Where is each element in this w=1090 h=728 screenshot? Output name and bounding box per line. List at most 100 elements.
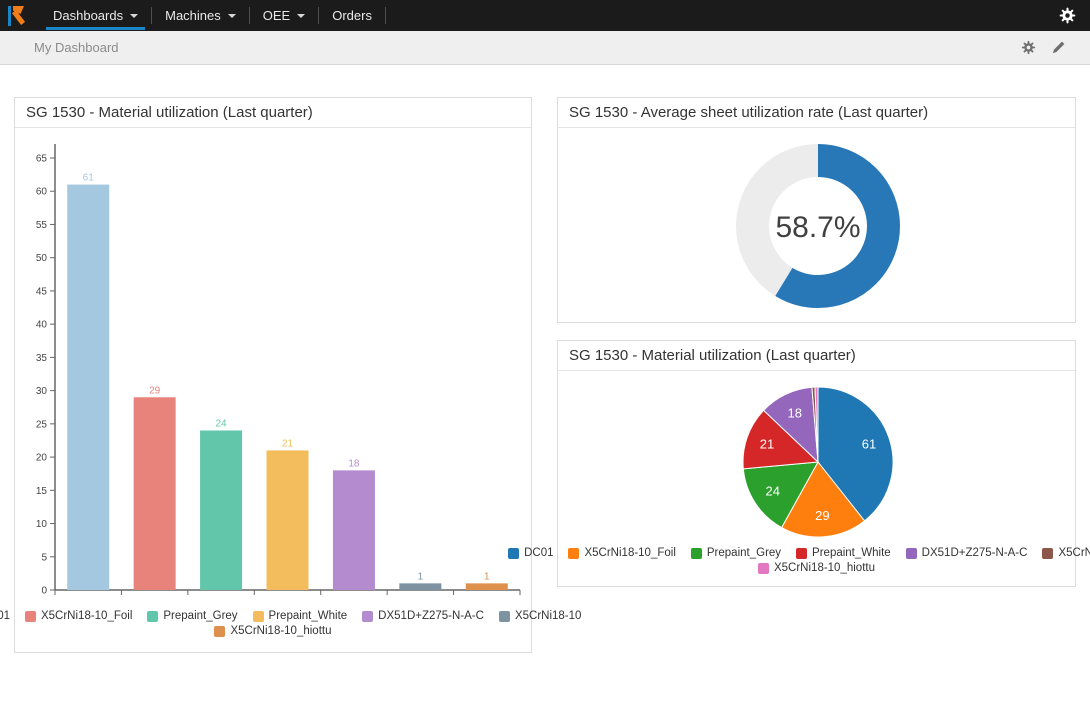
- breadcrumb-bar: My Dashboard: [0, 31, 1090, 65]
- legend-label: Prepaint_White: [812, 547, 891, 559]
- legend-item[interactable]: X5CrNi18-10: [499, 610, 581, 622]
- nav-item-orders[interactable]: Orders: [319, 0, 385, 31]
- legend-label: DC01: [524, 547, 553, 559]
- top-nav: Dashboards Machines OEE Orders: [0, 0, 1090, 31]
- legend-item[interactable]: Prepaint_Grey: [147, 610, 237, 622]
- legend-item[interactable]: Prepaint_Grey: [691, 547, 781, 559]
- legend-item[interactable]: X5CrNi18-10: [1042, 547, 1090, 559]
- chevron-down-icon: [130, 14, 138, 18]
- y-tick-label: 50: [36, 253, 48, 264]
- bar-chart-legend: DC01X5CrNi18-10_FoilPrepaint_GreyPrepain…: [15, 610, 531, 637]
- legend-item[interactable]: DC01: [0, 610, 10, 622]
- legend-swatch: [25, 611, 36, 622]
- legend-label: X5CrNi18-10: [1058, 547, 1090, 559]
- app-logo-icon[interactable]: [7, 4, 31, 28]
- legend-item[interactable]: Prepaint_White: [796, 547, 891, 559]
- pie-slice-label: 61: [862, 436, 876, 451]
- bar-DX51D+Z275-N-A-C[interactable]: [333, 470, 375, 590]
- bar-chart-title: SG 1530 - Material utilization (Last qua…: [26, 104, 313, 121]
- donut-center-value: 58.7%: [775, 211, 860, 244]
- legend-label: Prepaint_Grey: [707, 547, 781, 559]
- legend-label: X5CrNi18-10_hiottu: [774, 562, 875, 574]
- bar-Prepaint_Grey[interactable]: [200, 430, 242, 590]
- legend-item[interactable]: X5CrNi18-10_Foil: [25, 610, 132, 622]
- legend-swatch: [796, 548, 807, 559]
- y-tick-label: 20: [36, 453, 48, 464]
- bar-Prepaint_White[interactable]: [267, 450, 309, 590]
- nav-item-label: OEE: [263, 8, 290, 23]
- legend-swatch: [568, 548, 579, 559]
- legend-item[interactable]: DX51D+Z275-N-A-C: [362, 610, 484, 622]
- nav-separator: [385, 7, 386, 24]
- legend-row: X5CrNi18-10_hiottu: [214, 625, 331, 637]
- legend-item[interactable]: X5CrNi18-10_hiottu: [214, 625, 331, 637]
- nav-item-label: Orders: [332, 8, 372, 23]
- pie-chart-panel-header: SG 1530 - Material utilization (Last qua…: [558, 341, 1075, 371]
- donut-chart-panel-header: SG 1530 - Average sheet utilization rate…: [558, 98, 1075, 128]
- legend-swatch: [253, 611, 264, 622]
- legend-label: X5CrNi18-10: [515, 610, 581, 622]
- legend-row: DC01 X5CrNi18-10_Foil Prepaint_Grey Prepain…: [0, 610, 581, 622]
- legend-item[interactable]: X5CrNi18-10_hiottu: [758, 562, 875, 574]
- donut-chart-title: SG 1530 - Average sheet utilization rate…: [569, 104, 928, 121]
- bar-chart-panel: SG 1530 - Material utilization (Last qua…: [14, 97, 532, 653]
- pie-slice-label: 24: [766, 483, 780, 498]
- y-tick-label: 55: [36, 220, 48, 231]
- nav-item-machines[interactable]: Machines: [152, 0, 249, 31]
- nav-item-oee[interactable]: OEE: [250, 0, 318, 31]
- legend-item[interactable]: DC01: [508, 547, 553, 559]
- legend-label: X5CrNi18-10_hiottu: [230, 625, 331, 637]
- chevron-down-icon: [228, 14, 236, 18]
- bar-DC01[interactable]: [67, 185, 109, 590]
- pie-slice-label: 21: [760, 436, 774, 451]
- dashboard-settings-gear-icon[interactable]: [1021, 40, 1036, 55]
- legend-swatch: [1042, 548, 1053, 559]
- bar-value-label: 1: [484, 571, 490, 582]
- legend-item[interactable]: DX51D+Z275-N-A-C: [906, 547, 1028, 559]
- y-tick-label: 10: [36, 519, 48, 530]
- y-tick-label: 40: [36, 320, 48, 331]
- pie-chart[interactable]: 6129242118: [558, 371, 1075, 541]
- bar-value-label: 24: [216, 418, 228, 429]
- legend-row: X5CrNi18-10_hiottu: [758, 562, 875, 574]
- edit-pencil-icon[interactable]: [1051, 40, 1066, 55]
- legend-swatch: [508, 548, 519, 559]
- y-tick-label: 35: [36, 353, 48, 364]
- legend-swatch: [362, 611, 373, 622]
- bar-value-label: 61: [83, 173, 95, 184]
- legend-label: DX51D+Z275-N-A-C: [378, 610, 484, 622]
- y-tick-label: 0: [41, 586, 47, 597]
- y-tick-label: 5: [41, 552, 47, 563]
- nav-item-label: Dashboards: [53, 8, 123, 23]
- chevron-down-icon: [297, 14, 305, 18]
- legend-item[interactable]: Prepaint_White: [253, 610, 348, 622]
- y-tick-label: 65: [36, 154, 48, 165]
- pie-chart-title: SG 1530 - Material utilization (Last qua…: [569, 347, 856, 364]
- legend-swatch: [758, 563, 769, 574]
- y-tick-label: 45: [36, 286, 48, 297]
- nav-item-dashboards[interactable]: Dashboards: [40, 0, 151, 31]
- legend-swatch: [499, 611, 510, 622]
- donut-chart[interactable]: 58.7%: [558, 128, 1075, 323]
- y-tick-label: 60: [36, 187, 48, 198]
- settings-gear-icon[interactable]: [1059, 7, 1076, 24]
- bar-X5CrNi18-10_Foil[interactable]: [134, 397, 176, 590]
- legend-swatch: [147, 611, 158, 622]
- legend-label: Prepaint_White: [269, 610, 348, 622]
- bar-chart-panel-header: SG 1530 - Material utilization (Last qua…: [15, 98, 531, 128]
- bar-value-label: 18: [348, 458, 360, 469]
- bar-X5CrNi18-10[interactable]: [399, 583, 441, 590]
- pie-chart-legend: DC01X5CrNi18-10_FoilPrepaint_GreyPrepain…: [558, 547, 1075, 574]
- bar-X5CrNi18-10_hiottu[interactable]: [466, 583, 508, 590]
- legend-row: DC01 X5CrNi18-10_Foil Prepaint_Grey Prepain…: [508, 547, 1090, 559]
- legend-label: DX51D+Z275-N-A-C: [922, 547, 1028, 559]
- nav-item-label: Machines: [165, 8, 221, 23]
- page-title: My Dashboard: [34, 40, 119, 55]
- nav-menu: Dashboards Machines OEE Orders: [40, 0, 386, 31]
- legend-swatch: [691, 548, 702, 559]
- y-tick-label: 15: [36, 486, 48, 497]
- bar-chart[interactable]: 05101520253035404550556065612924211811: [15, 128, 531, 604]
- y-tick-label: 25: [36, 419, 48, 430]
- y-tick-label: 30: [36, 386, 48, 397]
- legend-item[interactable]: X5CrNi18-10_Foil: [568, 547, 675, 559]
